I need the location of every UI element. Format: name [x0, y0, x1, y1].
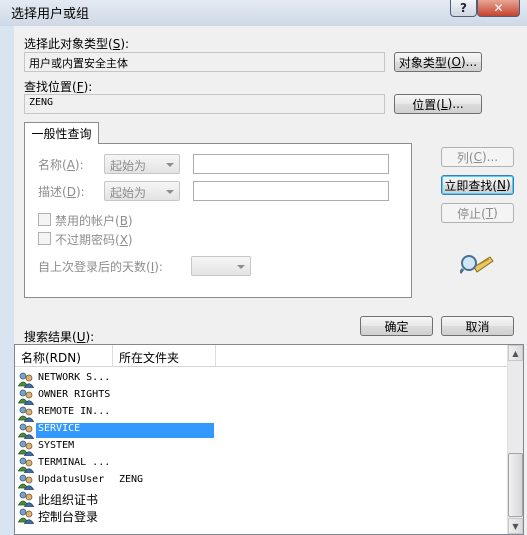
description-input[interactable] — [193, 181, 389, 201]
help-icon: ? — [460, 1, 467, 15]
window-title: 选择用户或组 — [11, 7, 90, 22]
ok-button[interactable]: 确定 — [360, 316, 433, 336]
item-name: 控制台登录 — [38, 510, 99, 524]
list-item[interactable]: 控制台登录 — [15, 507, 509, 524]
tab-common-queries[interactable]: 一般性查询 — [24, 122, 99, 144]
users-icon — [17, 456, 35, 473]
item-name: SYSTEM — [38, 440, 75, 451]
close-icon: ✕ — [493, 1, 504, 15]
disabled-accounts-checkbox[interactable] — [38, 213, 51, 226]
users-icon — [17, 405, 35, 422]
users-icon — [17, 388, 35, 405]
location-label: 查找位置(F): — [24, 80, 93, 94]
object-type-label: 选择此对象类型(S): — [24, 37, 130, 51]
list-item[interactable]: 此组织证书 — [15, 490, 509, 507]
users-icon — [17, 371, 35, 388]
list-item[interactable]: NETWORK S... — [15, 371, 509, 388]
list-item[interactable]: REMOTE IN... — [15, 405, 509, 422]
results-header: 名称(RDN) 所在文件夹 — [15, 345, 509, 367]
list-item[interactable]: SERVICE — [15, 422, 509, 439]
search-results-label: 搜索结果(U): — [24, 330, 95, 344]
scroll-down-button[interactable]: ▼ — [508, 518, 523, 534]
list-item[interactable]: OWNER RIGHTS — [15, 388, 509, 405]
non-expiring-password-label: 不过期密码(X) — [55, 233, 133, 247]
columns-button[interactable]: 列(C)... — [441, 147, 514, 167]
help-button[interactable]: ? — [450, 0, 477, 17]
locations-button[interactable]: 位置(L)... — [394, 94, 482, 114]
item-name: 此组织证书 — [38, 493, 99, 507]
item-name: NETWORK S... — [38, 372, 111, 383]
item-name: UpdatusUser — [38, 474, 105, 485]
name-input[interactable] — [193, 154, 389, 174]
object-types-button[interactable]: 对象类型(O)... — [394, 52, 482, 72]
chevron-down-icon — [237, 265, 245, 269]
list-item[interactable]: UpdatusUser ZENG — [15, 473, 509, 490]
object-type-field: 用户或内置安全主体 — [24, 52, 385, 72]
users-icon — [17, 422, 35, 439]
scroll-up-button[interactable]: ▲ — [508, 345, 523, 361]
column-header-folder[interactable]: 所在文件夹 — [113, 345, 216, 366]
users-icon — [17, 473, 35, 490]
close-button[interactable]: ✕ — [477, 0, 520, 17]
days-since-logon-select[interactable] — [191, 256, 251, 276]
users-icon — [17, 490, 35, 507]
description-label: 描述(D): — [38, 185, 85, 199]
users-icon — [17, 439, 35, 456]
common-queries-panel: 名称(A): 起始为 描述(D): 起始为 禁用的帐户(B) 不过期密码(X) … — [24, 143, 412, 298]
search-results-list[interactable]: 名称(RDN) 所在文件夹 NETWORK S... OWNER RIGHTS RE… — [14, 344, 524, 535]
item-name: OWNER RIGHTS — [38, 389, 111, 400]
scroll-thumb[interactable] — [508, 453, 523, 517]
item-folder: ZENG — [119, 474, 144, 485]
item-name: TERMINAL ... — [38, 457, 111, 468]
item-name: SERVICE — [36, 423, 214, 438]
name-match-select[interactable]: 起始为 — [104, 154, 180, 174]
magnifier-icon — [460, 255, 494, 274]
non-expiring-password-checkbox[interactable] — [38, 232, 51, 245]
title-bar: 选择用户或组 ? ✕ — [0, 0, 527, 26]
stop-button[interactable]: 停止(T) — [441, 203, 514, 223]
chevron-down-icon — [166, 163, 174, 167]
users-icon — [17, 507, 35, 524]
days-since-logon-label: 自上次登录后的天数(I): — [38, 260, 163, 274]
location-field: ZENG — [24, 94, 385, 114]
item-name: REMOTE IN... — [38, 406, 111, 417]
vertical-scrollbar[interactable]: ▲ ▼ — [507, 345, 523, 534]
column-header-name[interactable]: 名称(RDN) — [15, 345, 113, 366]
list-item[interactable]: SYSTEM — [15, 439, 509, 456]
dialog-body: 选择此对象类型(S): 用户或内置安全主体 对象类型(O)... 查找位置(F)… — [14, 26, 527, 535]
chevron-down-icon — [166, 190, 174, 194]
name-label: 名称(A): — [38, 158, 84, 172]
cancel-button[interactable]: 取消 — [441, 316, 514, 336]
disabled-accounts-label: 禁用的帐户(B) — [55, 214, 133, 228]
list-item[interactable]: TERMINAL ... — [15, 456, 509, 473]
find-now-button[interactable]: 立即查找(N) — [441, 175, 514, 195]
description-match-select[interactable]: 起始为 — [104, 181, 180, 201]
